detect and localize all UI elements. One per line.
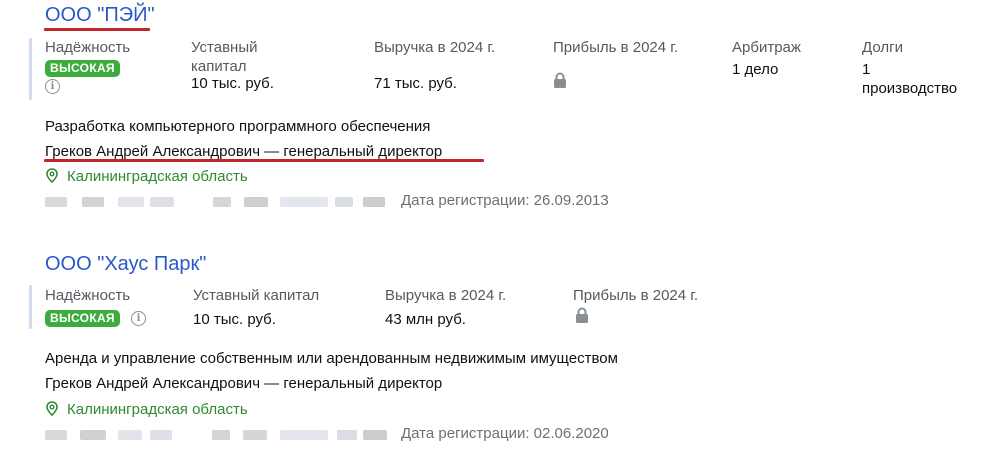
info-icon[interactable]: i xyxy=(131,311,146,326)
reliability-badge: ВЫСОКАЯ xyxy=(45,60,120,77)
director-text[interactable]: Греков Андрей Александрович — генеральны… xyxy=(45,143,442,160)
debts-label: Долги xyxy=(862,39,903,56)
capital-label: Уставный капитал xyxy=(193,287,320,304)
director-text[interactable]: Греков Андрей Александрович — генеральны… xyxy=(45,375,442,392)
activity-text: Разработка компьютерного программного об… xyxy=(45,118,431,135)
reliability-label: Надёжность xyxy=(45,287,131,304)
revenue-value: 71 тыс. руб. xyxy=(374,75,457,92)
region-text: Калининградская область xyxy=(67,168,248,185)
info-icon[interactable]: i xyxy=(45,79,60,94)
capital-value: 10 тыс. руб. xyxy=(193,311,276,328)
registration-date: Дата регистрации: 02.06.2020 xyxy=(401,425,609,442)
lock-icon xyxy=(576,307,588,323)
profit-label: Прибыль в 2024 г. xyxy=(553,39,679,56)
arbitration-value[interactable]: 1 дело xyxy=(732,60,778,79)
location-pin-icon xyxy=(46,168,58,183)
revenue-label: Выручка в 2024 г. xyxy=(385,287,507,304)
company-title-link[interactable]: ООО "Хаус Парк" xyxy=(45,253,206,276)
capital-label: Уставный капитал xyxy=(191,39,258,75)
annotation-underline xyxy=(44,159,484,162)
reliability-badge: ВЫСОКАЯ xyxy=(45,310,120,327)
reliability-label: Надёжность xyxy=(45,39,131,56)
revenue-label: Выручка в 2024 г. xyxy=(374,39,496,56)
activity-text: Аренда и управление собственным или арен… xyxy=(45,350,618,367)
lock-icon xyxy=(554,72,566,88)
location-pin-icon xyxy=(46,401,58,416)
company-title-link[interactable]: ООО "ПЭЙ" xyxy=(45,4,155,27)
card-left-bar xyxy=(29,285,32,329)
registration-date: Дата регистрации: 26.09.2013 xyxy=(401,192,609,209)
annotation-underline xyxy=(44,28,150,31)
revenue-value: 43 млн руб. xyxy=(385,311,466,328)
region-text: Калининградская область xyxy=(67,401,248,418)
capital-value: 10 тыс. руб. xyxy=(191,75,274,92)
profit-label: Прибыль в 2024 г. xyxy=(573,287,699,304)
card-left-bar xyxy=(29,38,32,100)
arbitration-label: Арбитраж xyxy=(732,39,801,56)
debts-value[interactable]: 1 производство xyxy=(862,60,962,98)
